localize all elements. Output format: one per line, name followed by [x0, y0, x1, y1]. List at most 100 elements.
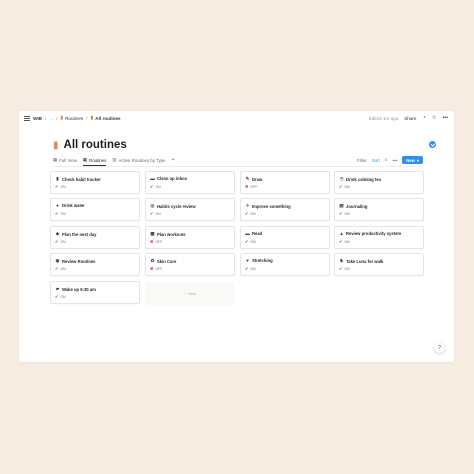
tab-active-routines-by-type[interactable]: ▥ Active Routines by Type	[112, 155, 165, 165]
checkmark-icon: ✔	[339, 184, 343, 189]
page-header: ▮ All routines	[53, 139, 127, 151]
routine-card[interactable]: ▦ Plan workouts ✖ OFF	[145, 226, 235, 249]
checkmark-icon: ✔	[245, 239, 249, 244]
card-title-row: ◆ Plan the next day	[55, 231, 97, 237]
card-title-row: ✧ Improve something	[245, 203, 291, 209]
routine-card[interactable]: ♥ Stretching ✔ ON	[240, 253, 330, 276]
breadcrumb-routines-label: Routines	[65, 115, 84, 121]
card-title: Plan workouts	[157, 231, 186, 237]
checkmark-icon: ✔	[245, 266, 249, 271]
breadcrumb-routines[interactable]: ▮ Routines	[60, 115, 83, 121]
status-label: ON	[60, 184, 66, 189]
more-icon[interactable]: •••	[443, 115, 448, 121]
card-title-row: ✿ Skin Care	[150, 258, 177, 264]
routine-card[interactable]: ✿ Skin Care ✖ OFF	[145, 253, 235, 276]
new-button[interactable]: New ▾	[402, 156, 423, 164]
routine-card[interactable]: ♞ Take Luna for walk ✔ ON	[334, 253, 424, 276]
tab-routines[interactable]: ▦ Routines	[82, 155, 106, 166]
status-label: ON	[344, 266, 350, 271]
checkmark-icon: ✔	[55, 184, 59, 189]
menu-icon[interactable]	[24, 115, 30, 121]
card-status: ✔ ON	[150, 211, 161, 216]
checkmark-icon: ✔	[55, 239, 59, 244]
card-status: ✖ OFF	[150, 266, 162, 271]
new-card-button[interactable]: + New	[145, 282, 235, 305]
routine-card[interactable]: ☕ Drink calming tea ✔ ON	[334, 171, 424, 194]
cross-icon: ✖	[150, 266, 154, 271]
card-status: ✖ OFF	[150, 239, 162, 244]
routine-card[interactable]: ▬ Clean up inbox ✔ ON	[145, 171, 235, 194]
topbar-actions: Edited 1m ago Share ◔ ☆ •••	[369, 115, 448, 121]
edited-timestamp: Edited 1m ago	[368, 115, 399, 121]
cycle-icon: ◎	[150, 203, 155, 208]
new-button-label: New	[406, 157, 415, 163]
routine-card[interactable]: ◆ Plan the next day ✔ ON	[50, 226, 140, 249]
status-label: ON	[60, 239, 66, 244]
routine-card[interactable]: ◎ Habits cycle review ✔ ON	[145, 198, 235, 221]
card-title-row: ◎ Habits cycle review	[150, 203, 195, 209]
checkmark-icon: ✔	[55, 211, 59, 216]
tab-full-view[interactable]: ▦ Full View	[53, 155, 77, 165]
card-status: ✔ ON	[339, 184, 350, 189]
gallery-icon: ▦	[82, 157, 88, 162]
status-label: ON	[344, 211, 350, 216]
status-label: ON	[60, 266, 66, 271]
card-status: ✔ ON	[55, 184, 66, 189]
check-circle-icon: ◉	[55, 258, 60, 263]
card-status: ✔ ON	[55, 266, 66, 271]
routine-card[interactable]: ▰ Wake up 6:30 am ✔ ON	[50, 281, 140, 304]
card-title-row: ☕ Drink calming tea	[339, 176, 381, 182]
card-title-row: ▮ Check habit tracker	[55, 176, 101, 182]
card-status: ✔ ON	[245, 239, 256, 244]
status-label: ON	[250, 266, 256, 271]
card-title-row: ▬ Clean up inbox	[150, 176, 187, 181]
card-title: Skin Care	[157, 258, 177, 264]
card-status: ✔ ON	[339, 211, 350, 216]
routine-card[interactable]: ◉ Review Routines ✔ ON	[50, 253, 140, 276]
divider	[53, 166, 423, 167]
filter-button[interactable]: Filter	[357, 158, 367, 163]
card-title: Wake up 6:30 am	[62, 286, 96, 292]
card-title: Read	[252, 231, 263, 236]
status-label: ON	[60, 211, 66, 216]
routine-card[interactable]: ▬ Read ✔ ON	[240, 226, 330, 249]
checkmark-icon[interactable]	[429, 141, 436, 148]
card-title: Journaling	[346, 203, 368, 209]
breadcrumb-current-label: All routines	[95, 115, 121, 121]
checkmark-icon: ✔	[339, 266, 343, 271]
routine-card[interactable]: ✎ Draw ✖ OFF	[240, 171, 330, 194]
routine-card[interactable]: ▤ Journaling ✔ ON	[334, 198, 424, 221]
view-bar: ▦ Full View ▦ Routines ▥ Active Routines…	[53, 155, 423, 166]
breadcrumb: WIB / ... / ▮ Routines / ▮ All routines	[24, 115, 121, 121]
search-icon[interactable]: ⌕	[385, 157, 388, 163]
checkmark-icon: ✔	[55, 266, 59, 271]
view-actions: Filter Sort ⌕ ••• New ▾	[357, 155, 423, 165]
inbox-icon: ▬	[150, 176, 155, 181]
star-icon[interactable]: ☆	[432, 115, 437, 121]
comments-icon[interactable]: ◔	[422, 115, 425, 121]
routine-card[interactable]: ▲ Review productivity system ✔ ON	[334, 226, 424, 249]
routine-card[interactable]: ▮ Check habit tracker ✔ ON	[50, 171, 140, 194]
routine-card[interactable]: ✧ Improve something ✔ ON	[240, 198, 330, 221]
breadcrumb-separator: /	[44, 115, 47, 121]
help-button[interactable]: ?	[434, 342, 445, 353]
sort-button[interactable]: Sort	[372, 158, 380, 163]
heart-icon: ♥	[246, 258, 249, 263]
current-page-icon: ▮	[90, 115, 94, 121]
more-options-icon[interactable]: •••	[393, 158, 398, 163]
card-title: Improve something	[252, 203, 291, 209]
add-view-icon[interactable]: +	[172, 157, 175, 163]
drop-icon: ●	[56, 203, 59, 208]
breadcrumb-ellipsis[interactable]: ...	[49, 116, 53, 121]
routine-card[interactable]: ● Drink water ✔ ON	[50, 198, 140, 221]
share-button[interactable]: Share	[404, 116, 416, 121]
page-title: All routines	[63, 139, 127, 151]
routines-page-icon: ▮	[60, 115, 64, 121]
breadcrumb-workspace[interactable]: WIB	[33, 116, 42, 121]
card-title-row: ◉ Review Routines	[55, 258, 95, 264]
coffee-icon: ☕	[339, 176, 345, 181]
card-title: Take Luna for walk	[346, 258, 384, 264]
status-label: OFF	[155, 266, 163, 271]
breadcrumb-current[interactable]: ▮ All routines	[91, 115, 121, 121]
tab-label: Full View	[59, 157, 77, 163]
